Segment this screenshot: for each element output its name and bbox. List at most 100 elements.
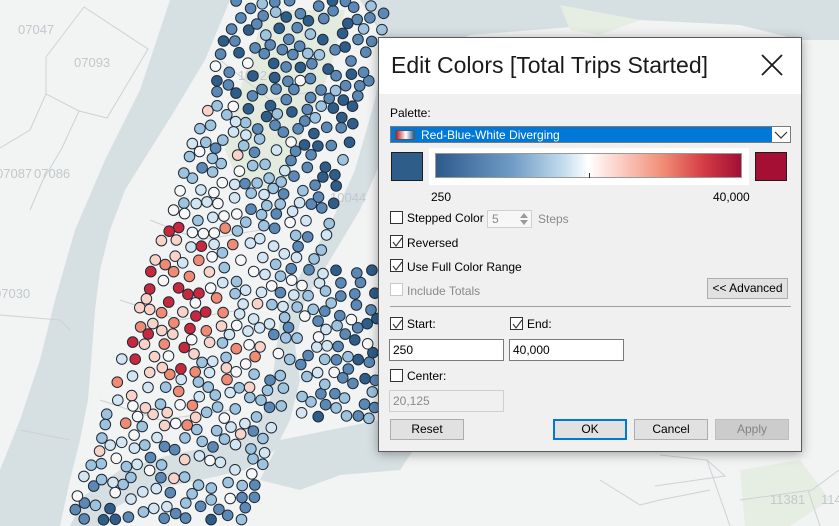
station-marker[interactable] (229, 287, 241, 300)
station-marker[interactable] (129, 353, 141, 366)
station-marker[interactable] (346, 100, 359, 112)
station-marker[interactable] (111, 376, 124, 389)
station-marker[interactable] (239, 358, 252, 370)
station-marker[interactable] (308, 253, 320, 265)
station-marker[interactable] (143, 366, 156, 379)
station-marker[interactable] (85, 459, 97, 472)
station-marker[interactable] (247, 453, 259, 465)
station-marker[interactable] (216, 276, 229, 289)
station-marker[interactable] (319, 378, 331, 391)
station-marker[interactable] (338, 392, 351, 404)
station-marker[interactable] (137, 506, 150, 518)
station-marker[interactable] (210, 424, 223, 437)
station-marker[interactable] (294, 61, 307, 74)
station-marker[interactable] (330, 69, 342, 82)
station-marker[interactable] (331, 319, 343, 332)
station-marker[interactable] (273, 22, 286, 35)
station-marker[interactable] (104, 502, 116, 515)
station-marker[interactable] (289, 145, 302, 157)
station-marker[interactable] (245, 443, 257, 455)
station-marker[interactable] (156, 361, 169, 374)
station-marker[interactable] (282, 321, 295, 334)
station-marker[interactable] (345, 313, 358, 326)
station-marker[interactable] (222, 79, 235, 91)
station-marker[interactable] (283, 353, 296, 366)
station-marker[interactable] (327, 5, 339, 17)
station-marker[interactable] (233, 308, 246, 320)
station-marker[interactable] (329, 387, 341, 400)
station-marker[interactable] (174, 399, 186, 411)
station-marker[interactable] (285, 274, 298, 287)
station-marker[interactable] (329, 169, 341, 181)
station-marker[interactable] (340, 410, 353, 422)
station-marker[interactable] (218, 210, 230, 222)
station-marker[interactable] (260, 110, 273, 123)
station-marker[interactable] (95, 457, 108, 470)
station-marker[interactable] (204, 119, 217, 132)
station-marker[interactable] (352, 90, 364, 102)
station-marker[interactable] (271, 108, 284, 120)
station-marker[interactable] (176, 257, 189, 269)
station-marker[interactable] (247, 265, 260, 278)
station-marker[interactable] (155, 234, 168, 247)
station-marker[interactable] (278, 248, 291, 260)
station-marker[interactable] (339, 79, 352, 92)
station-marker[interactable] (96, 432, 108, 444)
station-marker[interactable] (269, 0, 281, 8)
apply-button[interactable]: Apply (715, 419, 789, 440)
station-marker[interactable] (316, 202, 328, 214)
station-marker[interactable] (203, 266, 216, 278)
station-marker[interactable] (247, 425, 260, 437)
station-marker[interactable] (265, 421, 278, 434)
station-marker[interactable] (257, 251, 269, 264)
station-marker[interactable] (239, 417, 251, 430)
station-marker[interactable] (207, 441, 219, 453)
station-marker[interactable] (227, 126, 240, 138)
station-marker[interactable] (215, 320, 228, 332)
include-totals-checkbox[interactable] (390, 283, 403, 296)
station-marker[interactable] (227, 100, 240, 113)
station-marker[interactable] (246, 90, 259, 102)
station-marker[interactable] (149, 254, 162, 266)
station-marker[interactable] (218, 261, 231, 274)
reset-button[interactable]: Reset (390, 419, 464, 440)
station-marker[interactable] (162, 296, 175, 308)
station-marker[interactable] (270, 208, 283, 220)
station-marker[interactable] (258, 447, 271, 459)
station-marker[interactable] (279, 164, 291, 177)
station-marker[interactable] (236, 491, 248, 504)
station-marker[interactable] (206, 355, 219, 368)
station-marker[interactable] (110, 452, 123, 465)
station-marker[interactable] (136, 420, 148, 433)
station-marker[interactable] (337, 94, 350, 106)
station-marker[interactable] (358, 398, 371, 411)
station-marker[interactable] (155, 471, 167, 484)
station-marker[interactable] (204, 282, 217, 294)
station-marker[interactable] (249, 479, 261, 491)
station-marker[interactable] (317, 267, 329, 280)
station-marker[interactable] (211, 100, 223, 112)
station-marker[interactable] (287, 48, 299, 61)
station-marker[interactable] (168, 472, 180, 485)
station-marker[interactable] (112, 394, 124, 407)
station-marker[interactable] (312, 315, 324, 327)
station-marker[interactable] (255, 394, 267, 407)
station-marker[interactable] (230, 87, 242, 99)
station-marker[interactable] (295, 358, 307, 371)
station-marker[interactable] (336, 111, 348, 124)
station-marker[interactable] (352, 353, 365, 366)
station-marker[interactable] (131, 458, 143, 471)
station-marker[interactable] (128, 442, 141, 455)
station-marker[interactable] (169, 507, 182, 520)
station-marker[interactable] (309, 112, 322, 124)
station-marker[interactable] (189, 366, 201, 378)
station-marker[interactable] (229, 115, 242, 128)
station-marker[interactable] (256, 0, 268, 10)
station-marker[interactable] (294, 74, 307, 87)
center-input[interactable]: 20,125 (389, 390, 504, 412)
station-marker[interactable] (109, 513, 122, 526)
station-marker[interactable] (235, 513, 248, 526)
station-marker[interactable] (240, 216, 252, 228)
station-marker[interactable] (231, 225, 244, 237)
station-marker[interactable] (305, 149, 317, 161)
